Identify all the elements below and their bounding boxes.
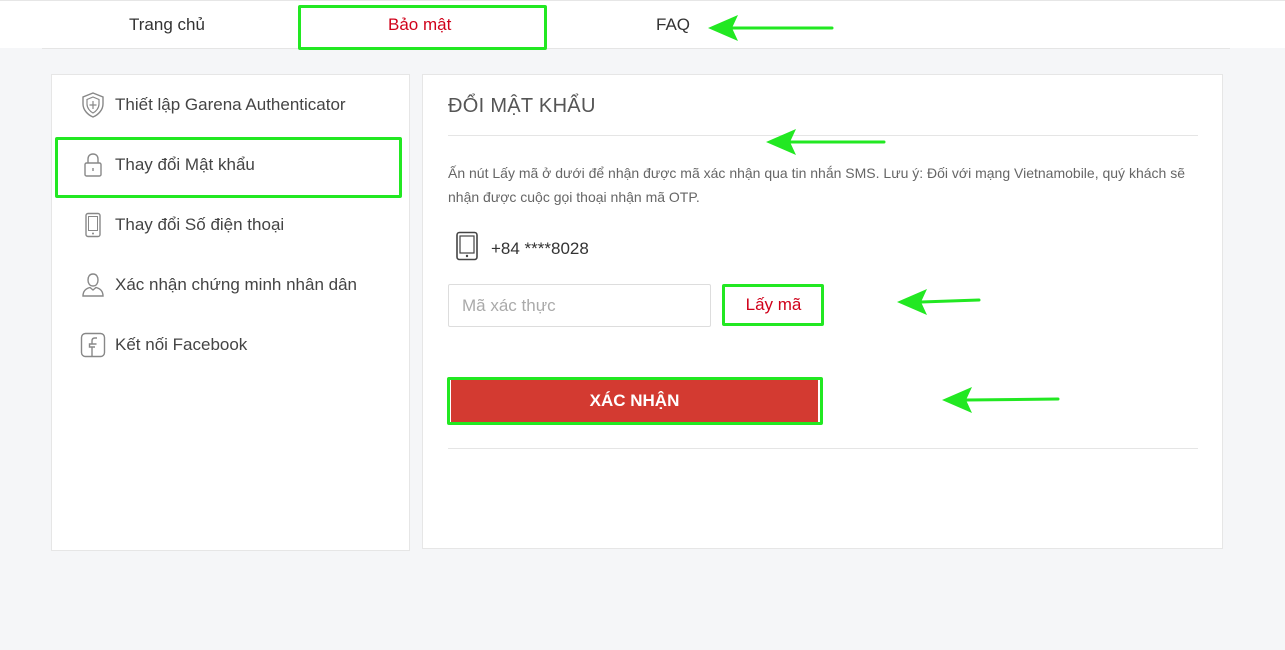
sidebar-item-label: Thay đổi Số điện thoại bbox=[115, 215, 285, 234]
phone-icon bbox=[80, 211, 106, 239]
get-code-button[interactable]: Lấy mã bbox=[726, 286, 821, 324]
sidebar-item-label: Xác nhận chứng minh nhân dân bbox=[115, 275, 358, 294]
instruction-text: Ấn nút Lấy mã ở dưới để nhận được mã xác… bbox=[448, 165, 1185, 205]
page-title: ĐỔI MẬT KHẨU bbox=[448, 95, 596, 117]
arrow-left-icon bbox=[766, 129, 886, 155]
phone-icon bbox=[455, 231, 479, 266]
sidebar-item-change-password[interactable]: Thay đổi Mật khẩu bbox=[80, 150, 255, 180]
phone-number: +84 ****8028 bbox=[491, 238, 589, 258]
sidebar-item-label: Thay đổi Mật khẩu bbox=[115, 155, 255, 174]
verification-code-input[interactable] bbox=[448, 284, 711, 327]
sidebar-item-label: Kết nối Facebook bbox=[115, 335, 248, 354]
sidebar: Thiết lập Garena Authenticator Thay đổi … bbox=[51, 74, 410, 551]
bottom-divider bbox=[448, 448, 1198, 449]
phone-number-row: +84 ****8028 bbox=[455, 231, 589, 266]
sidebar-item-label: Thiết lập Garena Authenticator bbox=[115, 95, 346, 114]
shield-icon bbox=[80, 91, 106, 119]
confirm-button[interactable]: XÁC NHẬN bbox=[451, 380, 818, 422]
tab-security[interactable]: Bảo mật bbox=[388, 15, 451, 35]
tab-home[interactable]: Trang chủ bbox=[129, 15, 205, 35]
sidebar-item-authenticator[interactable]: Thiết lập Garena Authenticator bbox=[80, 90, 346, 120]
arrow-left-icon bbox=[897, 289, 981, 315]
top-nav: Trang chủ Bảo mật FAQ bbox=[0, 0, 1285, 49]
facebook-icon bbox=[80, 331, 106, 359]
sidebar-item-id-verification[interactable]: Xác nhận chứng minh nhân dân bbox=[80, 270, 357, 300]
sidebar-item-change-phone[interactable]: Thay đổi Số điện thoại bbox=[80, 210, 284, 240]
nav-divider bbox=[42, 48, 1230, 49]
sidebar-item-facebook[interactable]: Kết nối Facebook bbox=[80, 330, 247, 360]
arrow-left-icon bbox=[942, 387, 1060, 413]
tab-faq[interactable]: FAQ bbox=[656, 15, 690, 35]
user-icon bbox=[80, 271, 106, 299]
lock-icon bbox=[80, 151, 106, 179]
arrow-left-icon bbox=[708, 15, 834, 41]
